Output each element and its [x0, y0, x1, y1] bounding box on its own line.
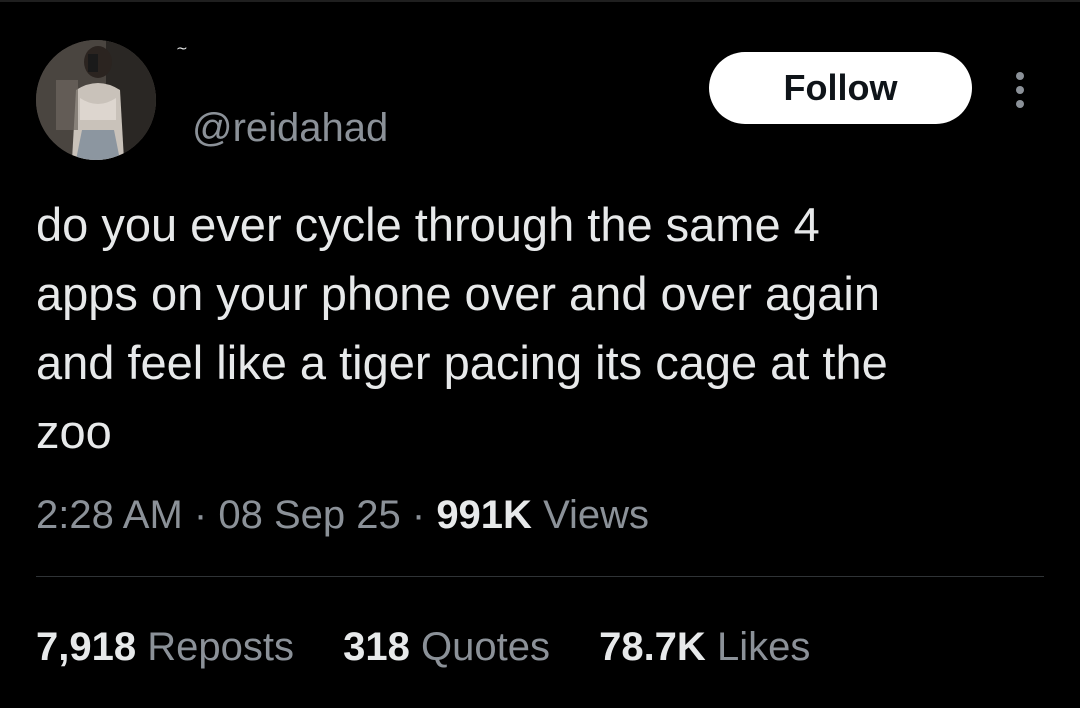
- tweet-time[interactable]: 2:28 AM: [36, 493, 183, 537]
- display-name[interactable]: ~: [176, 42, 188, 56]
- likes-stat[interactable]: 78.7K Likes: [599, 622, 810, 672]
- top-border: [0, 0, 1080, 2]
- tweet-date[interactable]: 08 Sep 25: [218, 493, 400, 537]
- tweet-meta: 2:28 AM · 08 Sep 25 · 991K Views: [36, 490, 649, 540]
- reposts-count: 7,918: [36, 625, 137, 669]
- views-count: 991K: [436, 493, 532, 537]
- tweet-header: ~ @reidahad Follow: [36, 40, 1044, 170]
- likes-count: 78.7K: [599, 625, 706, 669]
- meta-separator: ·: [193, 493, 208, 537]
- views-label: Views: [543, 493, 650, 537]
- quotes-count: 318: [343, 625, 410, 669]
- engagement-stats: 7,918 Reposts 318 Quotes 78.7K Likes: [36, 622, 848, 672]
- follow-button[interactable]: Follow: [709, 52, 972, 124]
- more-options-button[interactable]: [1000, 66, 1040, 114]
- meta-separator: ·: [411, 493, 426, 537]
- divider: [36, 576, 1044, 577]
- username-handle[interactable]: @reidahad: [192, 104, 388, 152]
- reposts-label: Reposts: [147, 625, 294, 669]
- more-vertical-icon-dot: [1016, 86, 1024, 94]
- more-vertical-icon: [1016, 72, 1024, 80]
- more-vertical-icon-dot: [1016, 100, 1024, 108]
- avatar[interactable]: [36, 40, 156, 160]
- reposts-stat[interactable]: 7,918 Reposts: [36, 622, 294, 672]
- likes-label: Likes: [716, 625, 811, 669]
- profile-photo-icon: [36, 40, 156, 160]
- tweet-text: do you ever cycle through the same 4 app…: [36, 198, 888, 458]
- quotes-stat[interactable]: 318 Quotes: [343, 622, 550, 672]
- quotes-label: Quotes: [420, 625, 550, 669]
